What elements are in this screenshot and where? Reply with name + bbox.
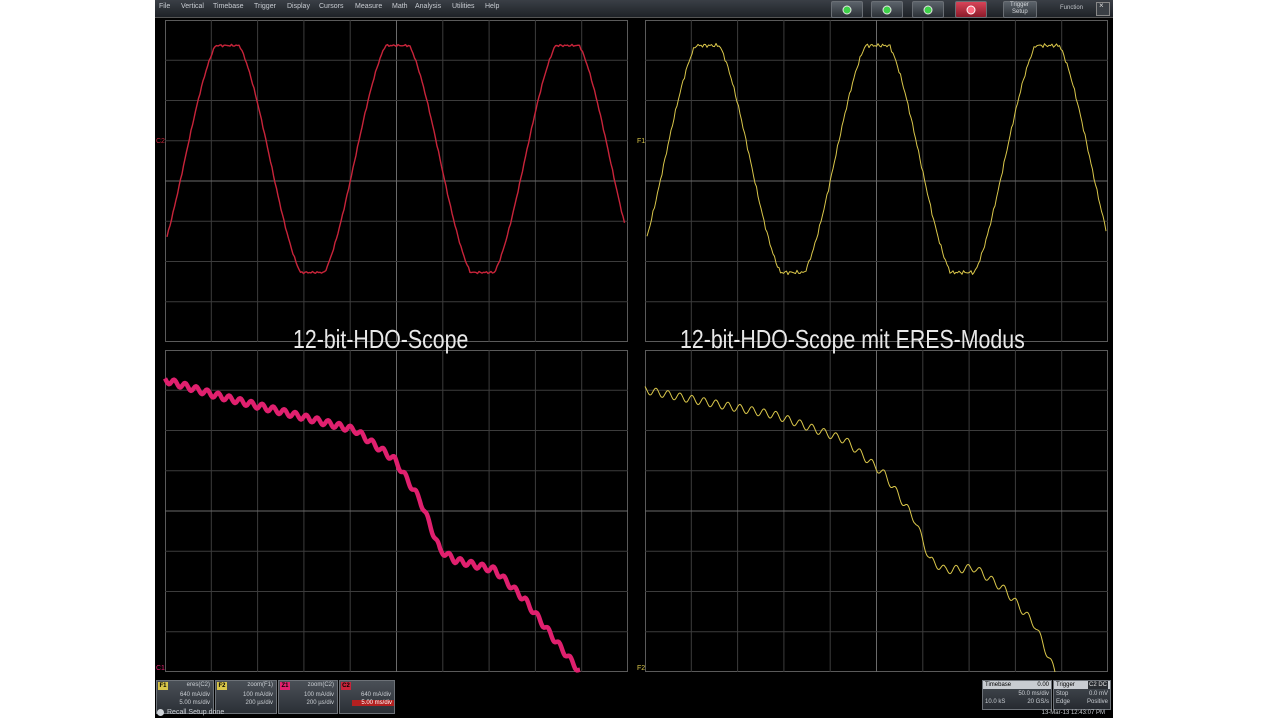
c2-axis-marker[interactable]: C2: [156, 138, 165, 145]
timebase-title: Timebase: [985, 682, 1012, 688]
channel-descriptor-c2[interactable]: C2 640 mA/div 5.00 ms/div: [339, 680, 395, 714]
timebase-scale: 50.0 ms/div: [1018, 691, 1049, 697]
channel-scale: 640 mA/div: [360, 692, 391, 698]
timebase-rate: 20 GS/s: [1027, 699, 1049, 705]
trigger-title: Trigger: [1056, 682, 1075, 688]
channel-name: eres(C2): [186, 682, 210, 688]
f1-axis-marker[interactable]: F1: [637, 138, 645, 145]
trigger-slope: Positive: [1086, 699, 1108, 705]
timebase-delay: 0.00: [1037, 682, 1049, 688]
oscilloscope-window: File Vertical Timebase Trigger Display C…: [155, 0, 1113, 718]
trigger-header: Trigger C2 DC: [1054, 681, 1110, 689]
channel-descriptor-f2[interactable]: F2 zoom(F1) 100 mA/div 200 µs/div: [215, 680, 277, 714]
panel-label-right: 12-bit-HDO-Scope mit ERES-Modus: [680, 324, 1025, 354]
trace-zoom-yellow: [644, 386, 1056, 673]
channel-timebase: 5.00 ms/div: [179, 700, 210, 706]
status-datetime: 13-Mar-13 12:43:07 PM: [1041, 710, 1105, 716]
status-message: Recall Setup done: [167, 709, 225, 716]
f2-axis-marker[interactable]: F2: [637, 665, 645, 672]
channel-scale: 640 mA/div: [179, 692, 210, 698]
channel-name: zoom(C2): [307, 682, 334, 688]
channel-descriptor-z1[interactable]: Z1 zoom(C2) 100 mA/div 200 µs/div: [278, 680, 338, 714]
channel-scale: 100 mA/div: [303, 692, 334, 698]
status-icon: [157, 709, 164, 716]
panel-label-left: 12-bit-HDO-Scope: [293, 324, 469, 354]
channel-badge: F2: [217, 682, 227, 690]
channel-badge: F1: [158, 682, 168, 690]
channel-name: zoom(F1): [247, 682, 273, 688]
trace-zoom-magenta: [163, 377, 582, 673]
timebase-samples: 10.0 kS: [985, 699, 1006, 705]
trace-sine-red: [166, 43, 626, 275]
channel-timebase: 200 µs/div: [306, 700, 334, 706]
trigger-type: Edge: [1056, 699, 1071, 705]
timebase-header: Timebase 0.00: [983, 681, 1051, 689]
channel-scale: 100 mA/div: [242, 692, 273, 698]
timebase-descriptor[interactable]: Timebase 0.00 50.0 ms/div 10.0 kS 20 GS/…: [982, 680, 1052, 710]
trigger-channel: C2 DC: [1087, 681, 1108, 689]
trigger-mode: Stop: [1056, 691, 1069, 697]
c1-axis-marker[interactable]: C1: [156, 665, 165, 672]
trigger-descriptor[interactable]: Trigger C2 DC Stop 0.0 mV Edge Positive: [1053, 680, 1111, 710]
trace-layer: [163, 42, 1107, 673]
trace-sine-yellow: [646, 42, 1107, 276]
channel-badge: C2: [341, 682, 351, 690]
channel-timebase: 200 µs/div: [245, 700, 273, 706]
channel-timebase: 5.00 ms/div: [352, 700, 394, 706]
channel-badge: Z1: [280, 682, 290, 690]
trigger-level: 0.0 mV: [1088, 691, 1108, 697]
